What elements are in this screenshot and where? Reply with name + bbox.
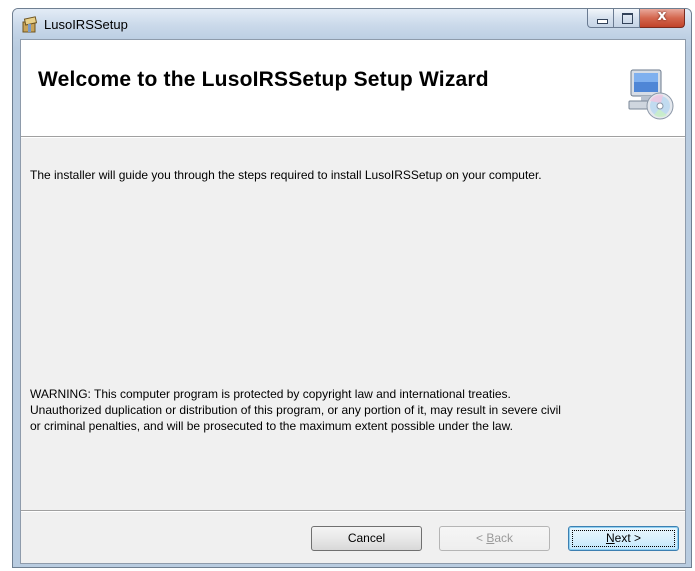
wizard-client-area: Welcome to the LusoIRSSetup Setup Wizard… — [20, 39, 686, 564]
maximize-button[interactable] — [614, 9, 640, 28]
warning-line: or criminal penalties, and will be prose… — [30, 419, 513, 433]
intro-text: The installer will guide you through the… — [30, 168, 542, 182]
footer-divider — [21, 510, 685, 512]
banner-divider — [21, 137, 685, 138]
back-label-prefix: < — [475, 531, 487, 545]
wizard-title: Welcome to the LusoIRSSetup Setup Wizard — [38, 68, 489, 91]
window-title: LusoIRSSetup — [44, 17, 128, 32]
minimize-icon — [597, 19, 608, 24]
minimize-button[interactable] — [587, 9, 614, 28]
title-bar[interactable]: LusoIRSSetup x — [13, 9, 691, 39]
back-button[interactable]: < Back — [439, 526, 550, 551]
installer-package-icon — [22, 16, 38, 33]
back-label-rest: ack — [494, 531, 514, 545]
next-button[interactable]: Next > — [568, 526, 679, 551]
close-button[interactable]: x — [640, 9, 685, 28]
caption-buttons: x — [587, 9, 685, 29]
warning-line: Unauthorized duplication or distribution… — [30, 403, 561, 417]
close-icon: x — [657, 8, 667, 24]
focus-rectangle — [572, 530, 675, 547]
copyright-warning: WARNING: This computer program is protec… — [30, 386, 680, 434]
setup-window: LusoIRSSetup x Welcome to the LusoIRSSet… — [12, 8, 692, 568]
maximize-icon — [622, 13, 633, 24]
warning-line: WARNING: This computer program is protec… — [30, 387, 511, 401]
computer-cd-icon — [628, 69, 674, 120]
cancel-button[interactable]: Cancel — [311, 526, 422, 551]
wizard-banner: Welcome to the LusoIRSSetup Setup Wizard — [21, 40, 685, 137]
